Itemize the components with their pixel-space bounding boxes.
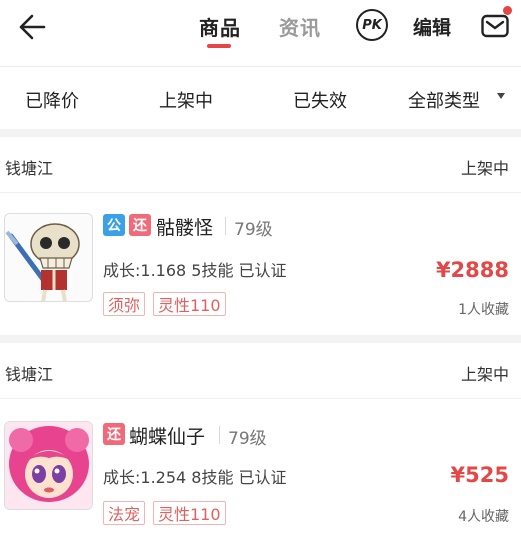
pet-level: 79级 (228, 429, 267, 449)
seller-name: 钱塘江 (5, 159, 54, 178)
skeleton-pet-icon[interactable] (4, 213, 93, 302)
price: ¥525 (450, 463, 509, 487)
section-gap (0, 129, 521, 137)
category-tag: 法宠 (103, 501, 146, 525)
section-gap (0, 335, 521, 343)
listing-status: 上架中 (460, 159, 509, 178)
listing-card[interactable]: 钱塘江 上架中 公 还 骷髅怪 79级 成长:1.168 5技能 已认证 须弥 (0, 137, 521, 335)
pet-name: 蝴蝶仙子 (129, 426, 206, 448)
official-badge: 公 (103, 214, 125, 236)
name-level-divider (225, 217, 226, 235)
top-navigation-bar: 商品 资讯 PK 编辑 (0, 0, 521, 64)
tab-goods[interactable]: 商品 (199, 12, 241, 41)
filter-expired[interactable]: 已失效 (293, 87, 347, 113)
seller-name: 钱塘江 (5, 365, 54, 384)
filter-all-types[interactable]: 全部类型 (408, 87, 480, 113)
message-envelope-icon[interactable] (480, 11, 510, 41)
favorite-count: 4人收藏 (458, 509, 509, 525)
category-tag: 须弥 (103, 292, 146, 316)
price: ¥2888 (435, 258, 509, 282)
return-badge: 还 (129, 214, 151, 236)
pet-level: 79级 (234, 220, 273, 240)
favorite-count: 1人收藏 (458, 302, 509, 318)
listing-card[interactable]: 钱塘江 上架中 还 蝴蝶仙子 79级 成长:1.254 8技能 已认证 法宠 灵… (0, 343, 521, 544)
return-badge: 还 (103, 423, 125, 445)
pet-stats: 成长:1.168 5技能 已认证 (103, 261, 287, 280)
filter-on-sale[interactable]: 上架中 (159, 87, 213, 113)
pet-stats: 成长:1.254 8技能 已认证 (103, 468, 287, 487)
name-level-divider (219, 426, 220, 444)
edit-button[interactable]: 编辑 (413, 13, 451, 40)
spirit-tag: 灵性110 (153, 501, 226, 525)
listing-status: 上架中 (460, 365, 509, 384)
filter-bar: 已降价 上架中 已失效 全部类型 (0, 67, 521, 129)
card-divider (0, 192, 521, 193)
filter-price-reduced[interactable]: 已降价 (25, 87, 79, 113)
active-tab-indicator (207, 44, 231, 48)
pk-compare-icon[interactable]: PK (356, 9, 388, 41)
unread-dot (503, 6, 512, 15)
butterfly-fairy-pet-icon[interactable] (4, 421, 93, 510)
dropdown-caret-icon[interactable] (497, 93, 505, 99)
tab-news[interactable]: 资讯 (279, 12, 321, 41)
spirit-tag: 灵性110 (153, 292, 226, 316)
pet-name: 骷髅怪 (156, 217, 214, 239)
card-divider (0, 398, 521, 399)
back-arrow-icon[interactable] (14, 10, 48, 44)
